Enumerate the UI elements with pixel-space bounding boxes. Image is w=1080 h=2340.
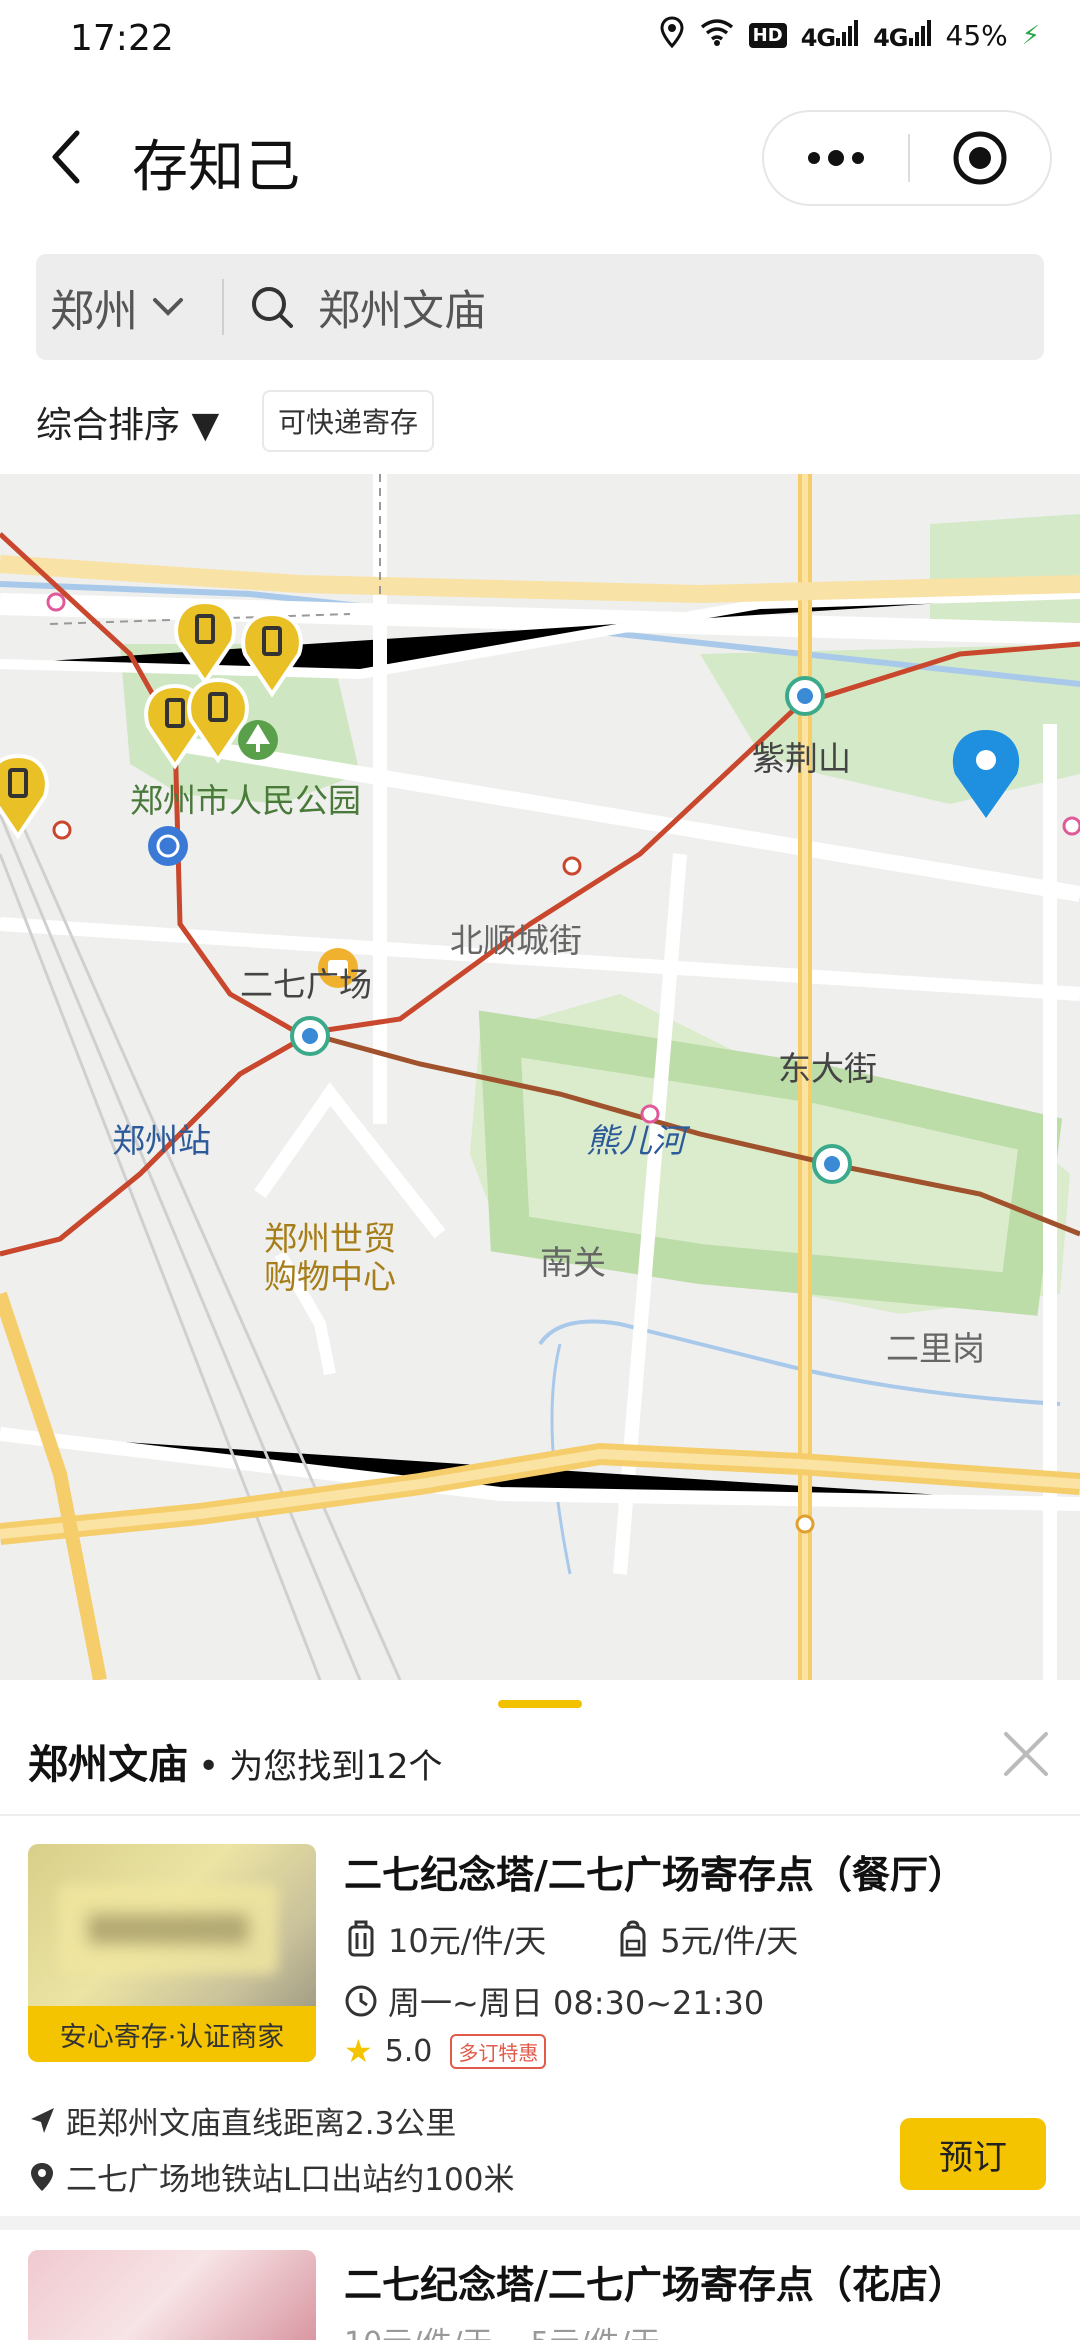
city-label: 郑州 [50, 286, 138, 337]
promo-tag: 多订特惠 [450, 2033, 547, 2069]
hours-row: 周一~周日 08:30~21:30 [344, 1978, 764, 2024]
close-miniprogram-button[interactable] [910, 112, 1050, 204]
chevron-left-icon [52, 130, 80, 184]
result-card[interactable]: 安心寄存·认证商家 二七纪念塔/二七广场寄存点（餐厅） 10元/件/天 5元/件… [0, 1816, 1080, 2216]
sheet-title: 郑州文庙 [28, 1742, 188, 1788]
map-label-beishuncheng: 北顺城街 [450, 921, 582, 960]
express-storage-filter[interactable]: 可快递寄存 [262, 390, 435, 452]
status-bar: 17:22 HD 4G 4G 45% ⚡ [0, 0, 1080, 84]
hd-badge: HD [748, 23, 787, 48]
rating-value: 5.0 [384, 2033, 433, 2069]
luggage-price: 10元/件/天 [388, 1922, 547, 1960]
target-icon [953, 131, 1007, 185]
store-title: 二七纪念塔/二七广场寄存点（花店） [344, 2263, 966, 2307]
charging-icon: ⚡ [1021, 20, 1040, 51]
status-icons: HD 4G 4G 45% ⚡ [659, 16, 1040, 55]
location-icon [659, 16, 685, 55]
filter-row: 综合排序 ▼ 可快递寄存 [0, 374, 1080, 474]
sort-dropdown[interactable]: 综合排序 ▼ [36, 396, 219, 448]
signal-icon: 4G [800, 19, 859, 52]
map-label-xionger: 熊儿河 [586, 1121, 685, 1160]
destination-pin[interactable] [952, 730, 1020, 818]
nav-bar: 存知己 [0, 84, 1080, 234]
map-label-zijingshan: 紫荆山 [752, 739, 851, 778]
metro-station-zijingshan [785, 676, 825, 716]
result-count: 为您找到12个 [229, 1747, 443, 1787]
navigation-arrow-icon [31, 2107, 54, 2133]
book-button[interactable]: 预订 [900, 2118, 1046, 2190]
rating-row: ★ 5.0 多订特惠 [344, 2032, 547, 2070]
luggage-price: 10元/件/天 5元/件/天 [344, 2318, 660, 2340]
price-row: 10元/件/天 5元/件/天 [344, 1916, 798, 1962]
page-title: 存知己 [132, 135, 300, 200]
luggage-price-value: 10元/件/天 [344, 2326, 492, 2340]
metro-station-erqi [290, 1016, 330, 1056]
card-divider [0, 2216, 1080, 2230]
city-selector[interactable]: 郑州 [36, 254, 222, 360]
miniprogram-capsule [762, 110, 1052, 206]
signal-icon-2: 4G [873, 19, 931, 52]
store-title: 二七纪念塔/二七广场寄存点（餐厅） [344, 1853, 966, 1897]
search-icon [250, 282, 300, 332]
map-label-erqi: 二七广场 [240, 965, 372, 1004]
exit-row: 二七广场地铁站L口出站约100米 [28, 2154, 514, 2199]
network-label: 4G [800, 23, 836, 52]
distance-text: 距郑州文庙直线距离2.3公里 [66, 2106, 457, 2142]
certified-badge: 安心寄存·认证商家 [28, 2006, 316, 2062]
map-label-mall-2: 购物中心 [264, 1257, 396, 1296]
network-label-2: 4G [873, 23, 908, 52]
map-label-dongdajie: 东大街 [778, 1049, 877, 1088]
search-section: 郑州 郑州文庙 [0, 234, 1080, 374]
map-label-station: 郑州站 [112, 1121, 211, 1160]
result-card[interactable]: 二七纪念塔/二七广场寄存点（花店） 10元/件/天 5元/件/天 [0, 2230, 1080, 2340]
status-time: 17:22 [70, 18, 174, 59]
search-divider [222, 279, 224, 335]
sheet-drag-handle[interactable] [498, 1700, 582, 1708]
star-icon: ★ [344, 2032, 373, 2070]
map-label-nanguan: 南关 [540, 1243, 606, 1282]
wifi-icon [699, 17, 735, 54]
bag-price-value: 5元/件/天 [531, 2326, 660, 2340]
sheet-header: 郑州文庙 • 为您找到12个 [28, 1732, 443, 1790]
more-button[interactable] [764, 112, 908, 204]
back-button[interactable] [40, 122, 90, 192]
map-view[interactable]: 郑州市人民公园 紫荆山 北顺城街 二七广场 东大街 郑州站 熊儿河 郑州世贸 购… [0, 474, 1080, 1680]
more-dots-icon [808, 150, 864, 166]
map-label-erligang: 二里岗 [886, 1329, 985, 1368]
train-station-icon [148, 826, 188, 866]
park-icon [238, 720, 278, 760]
map-pin-icon [31, 2162, 53, 2191]
search-input[interactable]: 郑州文庙 [318, 277, 486, 338]
close-icon [1004, 1732, 1048, 1776]
exit-text: 二七广场地铁站L口出站约100米 [66, 2162, 515, 2198]
clock-icon [345, 1985, 377, 2017]
search-bar: 郑州 郑州文庙 [36, 254, 1044, 360]
luggage-marker[interactable] [0, 753, 49, 840]
chevron-down-icon [153, 298, 183, 316]
battery-label: 45% [945, 19, 1008, 52]
map-canvas [0, 474, 1080, 1680]
metro-station-dongdajie [812, 1144, 852, 1184]
suitcase-icon [348, 1920, 374, 1957]
backpack-icon [620, 1920, 646, 1957]
sheet-dot: • [198, 1746, 220, 1787]
map-label-park: 郑州市人民公园 [130, 781, 361, 820]
business-hours: 周一~周日 08:30~21:30 [388, 1984, 765, 2022]
bag-price: 5元/件/天 [660, 1922, 799, 1960]
store-thumbnail [28, 2250, 316, 2340]
distance-row: 距郑州文庙直线距离2.3公里 [28, 2098, 456, 2143]
close-sheet-button[interactable] [1002, 1730, 1050, 1778]
store-thumbnail: 安心寄存·认证商家 [28, 1844, 316, 2062]
